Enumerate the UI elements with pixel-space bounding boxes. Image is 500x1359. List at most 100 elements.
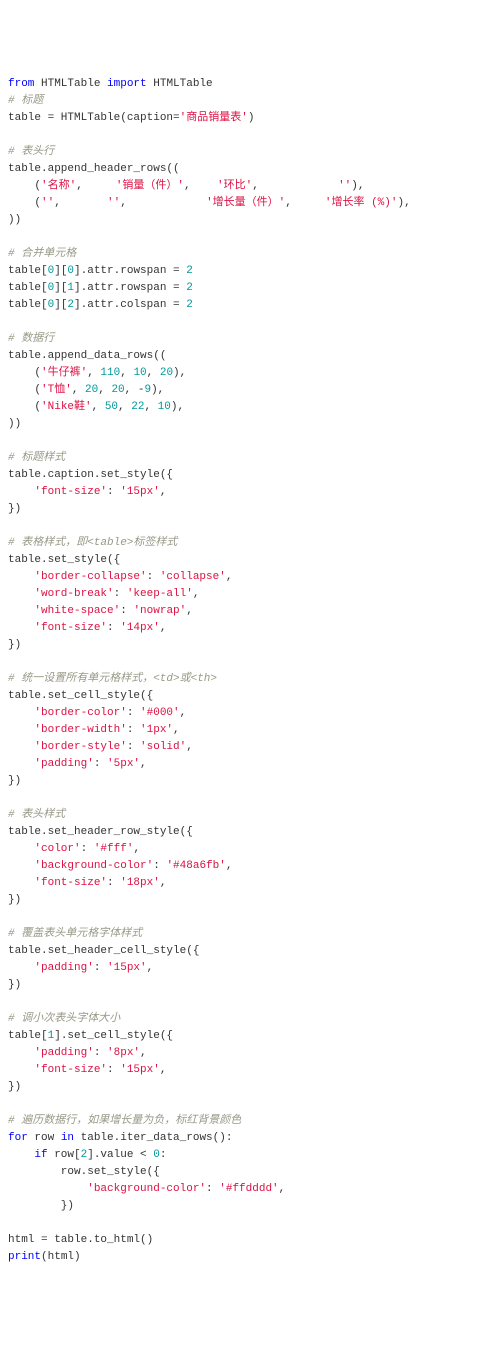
code-token: , — [140, 758, 147, 770]
code-token: }) — [8, 894, 21, 906]
code-token — [8, 877, 34, 889]
code-token: # 表头样式 — [8, 809, 65, 821]
code-token: 2 — [186, 265, 193, 277]
code-token: : — [206, 1183, 219, 1195]
code-token: '' — [338, 180, 351, 192]
code-token: }) — [8, 503, 21, 515]
code-token — [8, 486, 34, 498]
code-token: table = HTMLTable(caption= — [8, 112, 180, 124]
code-token: table.iter_data_rows(): — [74, 1132, 232, 1144]
code-token: ), — [397, 197, 410, 209]
code-token: # 调小次表头字体大小 — [8, 1013, 120, 1025]
code-token: table.append_data_rows(( — [8, 350, 166, 362]
code-token: 'solid' — [140, 741, 186, 753]
code-token: : — [94, 962, 107, 974]
code-token: , — [87, 367, 100, 379]
code-token: table.set_header_row_style({ — [8, 826, 193, 838]
code-token: 110 — [100, 367, 120, 379]
code-token: table[ — [8, 265, 48, 277]
code-token: , — [147, 962, 154, 974]
code-token: , — [193, 588, 200, 600]
code-token: : — [114, 588, 127, 600]
code-token: ( — [8, 401, 41, 413]
code-token: ][ — [54, 282, 67, 294]
code-token: , — [72, 384, 85, 396]
code-token: table.set_style({ — [8, 554, 120, 566]
code-block: from HTMLTable import HTMLTable # 标题 tab… — [8, 76, 492, 1266]
code-token: 'padding' — [34, 758, 93, 770]
code-token: table[ — [8, 282, 48, 294]
code-token: import — [107, 78, 147, 90]
code-token: : — [94, 1047, 107, 1059]
code-token — [8, 588, 34, 600]
code-token — [8, 962, 34, 974]
code-token — [8, 571, 34, 583]
code-token: print — [8, 1251, 41, 1263]
code-token: ].set_cell_style({ — [54, 1030, 173, 1042]
code-token: : — [107, 486, 120, 498]
code-token: ) — [248, 112, 255, 124]
code-token: 'padding' — [34, 962, 93, 974]
code-token — [8, 605, 34, 617]
code-token — [8, 1183, 87, 1195]
code-token: 0 — [153, 1149, 160, 1161]
code-token: : — [127, 741, 140, 753]
code-token: ( — [8, 384, 41, 396]
code-token: 'font-size' — [34, 622, 107, 634]
code-token: : — [94, 758, 107, 770]
code-token: 2 — [186, 282, 193, 294]
code-token: 20 — [111, 384, 124, 396]
code-token: , — [226, 571, 233, 583]
code-token: '15px' — [107, 962, 147, 974]
code-token: , — [120, 197, 206, 209]
code-token: }) — [8, 979, 21, 991]
code-token: : — [153, 860, 166, 872]
code-token: # 遍历数据行，如果增长量为负，标红背景颜色 — [8, 1115, 241, 1127]
code-token: ].attr.rowspan = — [74, 265, 186, 277]
code-token: 'color' — [34, 843, 80, 855]
code-token: '' — [107, 197, 120, 209]
code-token: 'border-style' — [34, 741, 126, 753]
code-token — [8, 622, 34, 634]
code-token: table[ — [8, 1030, 48, 1042]
code-token: , - — [125, 384, 145, 396]
code-token: , — [147, 367, 160, 379]
code-token: '#fff' — [94, 843, 134, 855]
code-token: , — [160, 486, 167, 498]
code-token: for — [8, 1132, 28, 1144]
code-token: 2 — [186, 299, 193, 311]
code-token: : — [147, 571, 160, 583]
code-token: ].attr.rowspan = — [74, 282, 186, 294]
code-token: ][ — [54, 265, 67, 277]
code-token: '商品销量表' — [180, 112, 248, 124]
code-token: 'Nike鞋' — [41, 401, 92, 413]
code-token: # 表头行 — [8, 146, 54, 158]
code-token: # 标题 — [8, 95, 43, 107]
code-token: 'word-break' — [34, 588, 113, 600]
code-token: '8px' — [107, 1047, 140, 1059]
code-token: : — [120, 605, 133, 617]
code-token: ), — [351, 180, 364, 192]
code-token: , — [279, 1183, 286, 1195]
code-token — [8, 724, 34, 736]
code-token: 22 — [131, 401, 144, 413]
code-token: , — [186, 741, 193, 753]
code-token: }) — [8, 1081, 21, 1093]
code-token: , — [120, 367, 133, 379]
code-token: 'nowrap' — [133, 605, 186, 617]
code-token: '牛仔裤' — [41, 367, 87, 379]
code-token: 2 — [81, 1149, 88, 1161]
code-token: , — [226, 860, 233, 872]
code-token — [8, 741, 34, 753]
code-token: ].value < — [87, 1149, 153, 1161]
code-token: '环比' — [217, 180, 252, 192]
code-token: table.caption.set_style({ — [8, 469, 173, 481]
code-token: '' — [41, 197, 54, 209]
code-token: in — [61, 1132, 74, 1144]
code-token: # 表格样式，即<table>标签样式 — [8, 537, 177, 549]
code-token — [8, 1064, 34, 1076]
code-token: HTMLTable — [147, 78, 213, 90]
code-token: table.set_cell_style({ — [8, 690, 153, 702]
code-token: ].attr.colspan = — [74, 299, 186, 311]
code-token: 'border-collapse' — [34, 571, 146, 583]
